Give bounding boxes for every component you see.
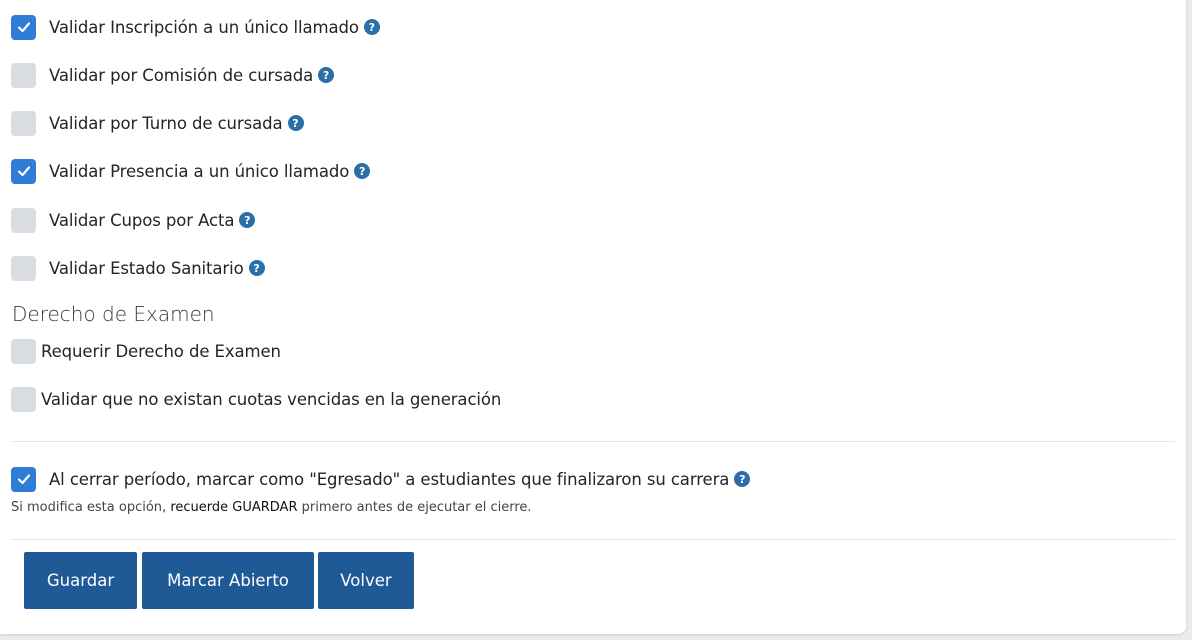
save-button[interactable]: Guardar bbox=[24, 552, 137, 609]
option-validar-inscripcion[interactable]: Validar Inscripción a un único llamado ? bbox=[11, 14, 380, 40]
option-label: Validar Estado Sanitario bbox=[49, 258, 244, 278]
question-circle-icon[interactable]: ? bbox=[248, 260, 265, 276]
checkbox-marcar-egresado[interactable] bbox=[11, 466, 36, 492]
option-label: Al cerrar período, marcar como "Egresado… bbox=[49, 469, 730, 489]
option-requerir-derecho-examen[interactable]: Requerir Derecho de Examen bbox=[11, 338, 281, 364]
section-title-derecho-examen: Derecho de Examen bbox=[12, 302, 215, 326]
check-icon bbox=[17, 166, 30, 177]
checkbox-validar-inscripcion[interactable] bbox=[11, 14, 36, 40]
question-circle-icon[interactable]: ? bbox=[363, 19, 380, 35]
check-icon bbox=[17, 474, 30, 485]
note-emphasis: recuerde GUARDAR bbox=[170, 500, 298, 515]
mark-open-button[interactable]: Marcar Abierto bbox=[142, 552, 314, 609]
option-label: Validar que no existan cuotas vencidas e… bbox=[41, 389, 502, 409]
divider bbox=[11, 441, 1175, 442]
settings-card: Validar Inscripción a un único llamado ?… bbox=[0, 0, 1186, 634]
question-circle-icon[interactable]: ? bbox=[354, 163, 371, 179]
option-label: Validar Inscripción a un único llamado bbox=[49, 17, 359, 37]
note-suffix: primero antes de ejecutar el cierre. bbox=[297, 500, 532, 515]
egresado-note: Si modifica esta opción, recuerde GUARDA… bbox=[11, 500, 532, 515]
checkbox-validar-presencia[interactable] bbox=[11, 158, 36, 184]
checkbox-validar-turno[interactable] bbox=[11, 110, 36, 136]
divider bbox=[11, 539, 1175, 540]
option-marcar-egresado[interactable]: Al cerrar período, marcar como "Egresado… bbox=[11, 466, 751, 492]
note-prefix: Si modifica esta opción, bbox=[11, 500, 171, 515]
option-validar-cuotas-vencidas[interactable]: Validar que no existan cuotas vencidas e… bbox=[11, 386, 501, 412]
question-circle-icon[interactable]: ? bbox=[734, 471, 751, 487]
option-label: Validar Cupos por Acta bbox=[49, 210, 235, 230]
checkbox-validar-estado-sanitario[interactable] bbox=[11, 255, 36, 281]
checkbox-validar-cuotas-vencidas[interactable] bbox=[11, 386, 36, 412]
checkbox-validar-cupos[interactable] bbox=[11, 207, 36, 233]
checkbox-validar-comision[interactable] bbox=[11, 62, 36, 88]
option-label: Validar Presencia a un único llamado bbox=[49, 161, 350, 181]
question-circle-icon[interactable]: ? bbox=[318, 67, 335, 83]
question-circle-icon[interactable]: ? bbox=[287, 115, 304, 131]
check-icon bbox=[17, 22, 30, 33]
option-validar-cupos[interactable]: Validar Cupos por Acta ? bbox=[11, 207, 256, 233]
option-label: Validar por Turno de cursada bbox=[49, 113, 283, 133]
option-validar-turno[interactable]: Validar por Turno de cursada ? bbox=[11, 110, 304, 136]
back-button[interactable]: Volver bbox=[318, 552, 414, 609]
option-label: Validar por Comisión de cursada bbox=[49, 65, 314, 85]
option-validar-comision[interactable]: Validar por Comisión de cursada ? bbox=[11, 62, 335, 88]
option-validar-estado-sanitario[interactable]: Validar Estado Sanitario ? bbox=[11, 255, 265, 281]
question-circle-icon[interactable]: ? bbox=[239, 212, 256, 228]
option-label: Requerir Derecho de Examen bbox=[41, 341, 281, 361]
checkbox-requerir-derecho-examen[interactable] bbox=[11, 338, 36, 364]
option-validar-presencia[interactable]: Validar Presencia a un único llamado ? bbox=[11, 158, 371, 184]
